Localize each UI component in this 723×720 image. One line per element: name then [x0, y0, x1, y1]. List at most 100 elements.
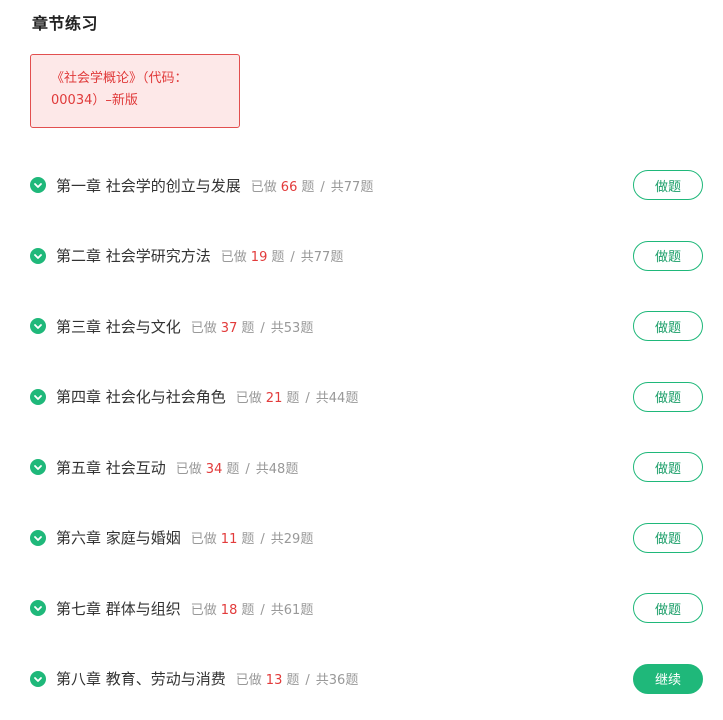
chapter-progress: 已做 19 题 / 共77题	[221, 246, 344, 265]
practice-button[interactable]: 做题	[633, 311, 703, 342]
done-count: 13	[265, 673, 283, 689]
total-prefix: 共	[330, 179, 344, 195]
course-name-line-2: 00034）–新版	[51, 93, 138, 108]
total-prefix: 共	[315, 391, 329, 407]
separator: /	[305, 673, 310, 689]
chapter-name[interactable]: 第七章 群体与组织	[56, 598, 181, 619]
chapter-row-5: 第五章 社会互动 已做 34 题 / 共48题 做题	[30, 432, 703, 503]
question-unit: 题	[286, 391, 300, 407]
check-circle-icon	[30, 600, 46, 617]
check-circle-icon	[30, 388, 46, 405]
chapter-row-2: 第二章 社会学研究方法 已做 19 题 / 共77题 做题	[30, 221, 703, 292]
done-count: 19	[250, 250, 268, 266]
chapter-name[interactable]: 第八章 教育、劳动与消费	[56, 668, 226, 689]
done-prefix: 已做	[190, 602, 217, 618]
done-count: 11	[220, 532, 238, 548]
practice-button[interactable]: 做题	[633, 381, 703, 412]
chapter-progress: 已做 34 题 / 共48题	[176, 458, 299, 477]
total-count: 36	[328, 673, 346, 689]
chapter-row-8: 第八章 教育、劳动与消费 已做 13 题 / 共36题 继续	[30, 644, 703, 715]
separator: /	[260, 320, 265, 336]
done-prefix: 已做	[220, 250, 247, 266]
total-prefix: 共	[270, 602, 284, 618]
chapter-row-1: 第一章 社会学的创立与发展 已做 66 题 / 共77题 做题	[30, 150, 703, 221]
check-circle-icon	[30, 459, 46, 476]
total-count: 77	[313, 250, 331, 266]
separator: /	[260, 532, 265, 548]
check-circle-icon	[30, 318, 46, 335]
done-count: 37	[220, 320, 238, 336]
total-suffix: 题	[300, 532, 314, 548]
section-title: 章节练习	[32, 14, 99, 33]
chapter-name[interactable]: 第四章 社会化与社会角色	[56, 386, 226, 407]
question-unit: 题	[286, 673, 300, 689]
total-count: 29	[283, 532, 301, 548]
question-unit: 题	[241, 320, 255, 336]
total-count: 61	[283, 602, 301, 618]
chapter-list: 第一章 社会学的创立与发展 已做 66 题 / 共77题 做题 第二章 社会学研究方法 …	[30, 150, 703, 714]
chapter-progress: 已做 66 题 / 共77题	[251, 176, 374, 195]
check-circle-icon	[30, 670, 46, 687]
separator: /	[320, 179, 325, 195]
chapter-row-4: 第四章 社会化与社会角色 已做 21 题 / 共44题 做题	[30, 362, 703, 433]
continue-button[interactable]: 继续	[633, 663, 703, 694]
done-count: 66	[280, 179, 298, 195]
chapter-progress: 已做 37 题 / 共53题	[191, 317, 314, 336]
chapter-progress: 已做 21 题 / 共44题	[236, 387, 359, 406]
chapter-name[interactable]: 第六章 家庭与婚姻	[56, 527, 181, 548]
separator: /	[260, 602, 265, 618]
question-unit: 题	[271, 250, 285, 266]
total-prefix: 共	[300, 250, 314, 266]
chapter-name[interactable]: 第三章 社会与文化	[56, 316, 181, 337]
chapter-name[interactable]: 第五章 社会互动	[56, 457, 166, 478]
total-suffix: 题	[360, 179, 374, 195]
total-count: 77	[343, 179, 361, 195]
chapter-practice-page: 章节练习 《社会学概论》（代码： 00034）–新版 第一章 社会学的创立与发展…	[0, 0, 723, 720]
total-suffix: 题	[345, 673, 359, 689]
total-prefix: 共	[255, 461, 269, 477]
practice-button[interactable]: 做题	[633, 170, 703, 201]
question-unit: 题	[301, 179, 315, 195]
total-count: 44	[328, 391, 346, 407]
check-circle-icon	[30, 247, 46, 264]
done-count: 18	[220, 602, 238, 618]
question-unit: 题	[241, 532, 255, 548]
done-count: 21	[265, 391, 283, 407]
total-suffix: 题	[345, 391, 359, 407]
total-suffix: 题	[300, 602, 314, 618]
done-prefix: 已做	[235, 391, 262, 407]
practice-button[interactable]: 做题	[633, 452, 703, 483]
chapter-name[interactable]: 第一章 社会学的创立与发展	[56, 175, 241, 196]
total-count: 48	[268, 461, 286, 477]
done-prefix: 已做	[190, 320, 217, 336]
question-unit: 题	[241, 602, 255, 618]
total-count: 53	[283, 320, 301, 336]
practice-button[interactable]: 做题	[633, 522, 703, 553]
done-prefix: 已做	[175, 461, 202, 477]
chapter-row-6: 第六章 家庭与婚姻 已做 11 题 / 共29题 做题	[30, 503, 703, 574]
practice-button[interactable]: 做题	[633, 240, 703, 271]
separator: /	[290, 250, 295, 266]
done-prefix: 已做	[190, 532, 217, 548]
chapter-name[interactable]: 第二章 社会学研究方法	[56, 245, 211, 266]
total-suffix: 题	[330, 250, 344, 266]
total-prefix: 共	[270, 320, 284, 336]
practice-button[interactable]: 做题	[633, 593, 703, 624]
course-selector-card[interactable]: 《社会学概论》（代码： 00034）–新版	[30, 54, 240, 128]
check-circle-icon	[30, 177, 46, 194]
done-count: 34	[205, 461, 223, 477]
total-prefix: 共	[270, 532, 284, 548]
total-prefix: 共	[315, 673, 329, 689]
course-name-line-1: 《社会学概论》（代码：	[51, 71, 188, 86]
chapter-row-3: 第三章 社会与文化 已做 37 题 / 共53题 做题	[30, 291, 703, 362]
question-unit: 题	[226, 461, 240, 477]
chapter-progress: 已做 18 题 / 共61题	[191, 599, 314, 618]
total-suffix: 题	[300, 320, 314, 336]
chapter-progress: 已做 11 题 / 共29题	[191, 528, 314, 547]
done-prefix: 已做	[250, 179, 277, 195]
chapter-progress: 已做 13 题 / 共36题	[236, 669, 359, 688]
total-suffix: 题	[285, 461, 299, 477]
separator: /	[245, 461, 250, 477]
chapter-row-7: 第七章 群体与组织 已做 18 题 / 共61题 做题	[30, 573, 703, 644]
check-circle-icon	[30, 529, 46, 546]
